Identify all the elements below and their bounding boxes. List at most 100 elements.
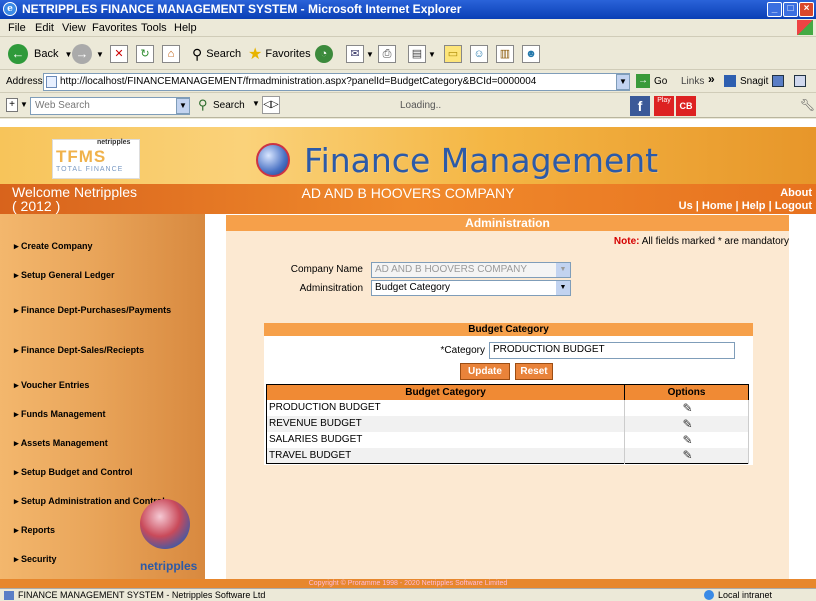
- edit-button[interactable]: ▤ ▼: [408, 43, 436, 65]
- favorites-label: Favorites: [265, 48, 311, 60]
- menu-bar: File Edit View Favorites Tools Help: [0, 19, 816, 37]
- capture-icon[interactable]: [772, 75, 784, 87]
- edit-pencil-icon[interactable]: ✎: [624, 431, 749, 448]
- capture-window-icon[interactable]: [794, 75, 806, 87]
- update-button[interactable]: Update: [460, 363, 510, 380]
- sidebar-item-funds-management[interactable]: Funds Management: [14, 409, 106, 420]
- contacts-button[interactable]: ☻: [522, 43, 540, 65]
- minimize-button[interactable]: _: [767, 2, 782, 17]
- facebook-icon[interactable]: f: [630, 96, 650, 116]
- links-label[interactable]: Links: [681, 76, 704, 87]
- search-button[interactable]: ⚲ Search: [192, 43, 241, 65]
- sidebar-item-administration-control[interactable]: Setup Administration and Control: [14, 496, 165, 507]
- back-button[interactable]: ← Back ▼: [8, 43, 72, 65]
- edit-pencil-icon[interactable]: ✎: [624, 447, 749, 464]
- administration-select[interactable]: Budget Category ▼: [371, 280, 571, 296]
- window-title-bar[interactable]: e NETRIPPLES FINANCE MANAGEMENT SYSTEM -…: [0, 0, 816, 19]
- help-link[interactable]: Help: [742, 200, 766, 212]
- budget-category-cell: REVENUE BUDGET: [266, 415, 625, 432]
- about-us-link[interactable]: Us: [679, 200, 693, 212]
- sidebar-item-create-company[interactable]: Create Company: [14, 241, 93, 252]
- favorites-button[interactable]: ★ Favorites: [248, 43, 311, 65]
- contacts-icon: ☻: [522, 45, 540, 63]
- sidebar-item-budget-control[interactable]: Setup Budget and Control: [14, 467, 133, 478]
- netripples-brand: netripples: [140, 559, 198, 573]
- back-arrow-icon: ←: [8, 44, 28, 64]
- loading-text: Loading..: [400, 100, 442, 111]
- menu-tools[interactable]: Tools: [141, 22, 167, 34]
- menu-help[interactable]: Help: [174, 22, 197, 34]
- reset-button[interactable]: Reset: [515, 363, 553, 380]
- go-arrow-icon[interactable]: →: [636, 74, 650, 88]
- wrench-icon[interactable]: 🔧︎: [800, 98, 815, 112]
- edit-page-icon: ▤: [408, 45, 426, 63]
- browser-toolbar: ← Back ▼ → ▼ ✕ ↻ ⌂ ⚲ Search ★ Favorites …: [0, 37, 816, 70]
- web-search-input[interactable]: Web Search: [30, 97, 190, 115]
- window-title: NETRIPPLES FINANCE MANAGEMENT SYSTEM - M…: [22, 2, 462, 16]
- about-link[interactable]: About: [780, 187, 812, 199]
- stop-button[interactable]: ✕: [110, 43, 128, 65]
- go-button[interactable]: Go: [654, 76, 667, 87]
- history-button[interactable]: ◔: [315, 43, 333, 65]
- welcome-bar: Welcome Netripples ( 2012 ) AD AND B HOO…: [0, 184, 816, 214]
- netripples-globe-icon: [140, 499, 190, 549]
- category-input[interactable]: PRODUCTION BUDGET: [489, 342, 735, 359]
- speaker-icon[interactable]: ◁▷: [262, 96, 280, 114]
- forward-button[interactable]: → ▼: [72, 43, 104, 65]
- star-icon: ★: [248, 46, 263, 63]
- add-icon[interactable]: +: [6, 98, 18, 112]
- menu-view[interactable]: View: [62, 22, 86, 34]
- sidebar-item-assets-management[interactable]: Assets Management: [14, 438, 108, 449]
- web-search-dropdown[interactable]: ▼: [176, 98, 190, 114]
- forward-arrow-icon: →: [72, 44, 92, 64]
- budget-category-cell: PRODUCTION BUDGET: [266, 399, 625, 416]
- chevron-down-icon: ▼: [556, 281, 570, 295]
- logout-link[interactable]: Logout: [775, 200, 812, 212]
- web-search-button[interactable]: Search: [213, 100, 245, 111]
- search-toolbar: + ▼ Web Search ▼ ⚲ Search ▼ ◁▷ Loading..…: [0, 94, 816, 118]
- maximize-button[interactable]: □: [783, 2, 798, 17]
- history-icon: ◔: [315, 45, 333, 63]
- messenger-button[interactable]: ☺: [470, 43, 488, 65]
- menu-edit[interactable]: Edit: [35, 22, 54, 34]
- refresh-button[interactable]: ↻: [136, 43, 154, 65]
- print-icon: ⎙: [378, 45, 396, 63]
- chevron-down-icon[interactable]: ▼: [252, 99, 260, 108]
- sidebar-item-sales-receipts[interactable]: Finance Dept-Sales/Reciepts: [14, 345, 144, 356]
- chevron-right-icon[interactable]: »: [708, 72, 715, 86]
- sidebar-item-voucher-entries[interactable]: Voucher Entries: [14, 380, 89, 391]
- company-name-label: Company Name: [290, 264, 363, 275]
- mail-button[interactable]: ✉ ▼: [346, 43, 374, 65]
- mandatory-note: Note: All fields marked * are mandatory: [613, 236, 789, 247]
- menu-favorites[interactable]: Favorites: [92, 22, 137, 34]
- budget-category-cell: TRAVEL BUDGET: [266, 447, 625, 464]
- menu-file[interactable]: File: [8, 22, 26, 34]
- play-icon[interactable]: Play: [654, 96, 674, 116]
- print-button[interactable]: ⎙: [378, 43, 396, 65]
- close-button[interactable]: ×: [799, 2, 814, 17]
- notes-button[interactable]: ▭: [444, 43, 462, 65]
- address-input[interactable]: http://localhost/FINANCEMANAGEMENT/frmad…: [43, 73, 630, 91]
- budget-category-table: Budget Category Options PRODUCTION BUDGE…: [266, 384, 749, 464]
- edit-pencil-icon[interactable]: ✎: [624, 399, 749, 416]
- snagit-button[interactable]: Snagit: [740, 76, 768, 87]
- research-button[interactable]: ▥: [496, 43, 514, 65]
- sidebar-item-reports[interactable]: Reports: [14, 525, 55, 536]
- home-link[interactable]: Home: [702, 200, 733, 212]
- home-button[interactable]: ⌂: [162, 43, 180, 65]
- address-dropdown-arrow[interactable]: ▼: [616, 74, 630, 90]
- stop-icon: ✕: [110, 45, 128, 63]
- top-links: About Us | Home | Help | Logout: [678, 187, 812, 212]
- cb-icon[interactable]: CB: [676, 96, 696, 116]
- sidebar-item-setup-general-ledger[interactable]: Setup General Ledger: [14, 270, 115, 281]
- company-name-select[interactable]: AD AND B HOOVERS COMPANY ▼: [371, 262, 571, 278]
- zone-text: Local intranet: [718, 590, 773, 600]
- sidebar-item-purchases-payments[interactable]: Finance Dept-Purchases/Payments: [14, 305, 171, 316]
- back-label: Back: [34, 48, 59, 60]
- administration-heading: Administration: [226, 215, 789, 231]
- chevron-down-icon[interactable]: ▼: [20, 100, 28, 109]
- messenger-icon: ☺: [470, 45, 488, 63]
- sidebar-item-security[interactable]: Security: [14, 554, 57, 565]
- status-bar: FINANCE MANAGEMENT SYSTEM - Netripples S…: [0, 588, 816, 601]
- edit-pencil-icon[interactable]: ✎: [624, 415, 749, 432]
